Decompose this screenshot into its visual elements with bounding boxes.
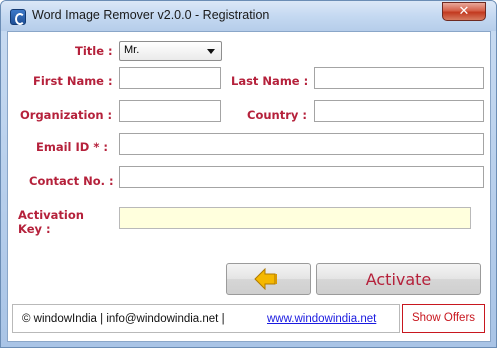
activate-button-label: Activate bbox=[365, 270, 432, 289]
organization-label: Organization : bbox=[20, 108, 113, 122]
last-name-label: Last Name : bbox=[231, 74, 309, 88]
website-link[interactable]: www.windowindia.net bbox=[267, 313, 376, 325]
title-label: Title : bbox=[75, 44, 113, 58]
show-offers-button[interactable]: Show Offers bbox=[402, 304, 485, 333]
organization-field[interactable] bbox=[119, 100, 221, 122]
contact-field[interactable] bbox=[119, 166, 484, 188]
back-button[interactable] bbox=[226, 263, 311, 295]
footer-contact-text: © windowIndia | info@windowindia.net | bbox=[22, 313, 225, 325]
close-button[interactable]: ✕ bbox=[442, 2, 486, 21]
registration-window: Word Image Remover v2.0.0 - Registration… bbox=[0, 0, 497, 348]
window-title: Word Image Remover v2.0.0 - Registration bbox=[32, 8, 270, 22]
arrow-left-icon bbox=[254, 268, 277, 290]
email-label: Email ID * : bbox=[36, 140, 108, 154]
title-bar[interactable]: Word Image Remover v2.0.0 - Registration… bbox=[1, 1, 496, 31]
last-name-field[interactable] bbox=[314, 67, 484, 89]
country-label: Country : bbox=[247, 108, 307, 122]
activate-button[interactable]: Activate bbox=[316, 263, 481, 295]
email-field[interactable] bbox=[119, 133, 484, 155]
registration-form: Title : Mr. First Name : Last Name : Org… bbox=[7, 31, 491, 342]
first-name-label: First Name : bbox=[33, 74, 113, 88]
footer-bar: © windowIndia | info@windowindia.net | w… bbox=[12, 304, 400, 333]
country-field[interactable] bbox=[314, 100, 484, 122]
activation-label-line1: Activation bbox=[18, 208, 84, 222]
title-select[interactable]: Mr. bbox=[119, 41, 222, 61]
chevron-down-icon bbox=[207, 49, 215, 54]
activation-key-field[interactable] bbox=[119, 207, 471, 229]
title-select-value: Mr. bbox=[124, 44, 140, 56]
first-name-field[interactable] bbox=[119, 67, 221, 89]
app-icon bbox=[10, 9, 26, 25]
activation-label-line2: Key : bbox=[18, 222, 51, 236]
contact-label: Contact No. : bbox=[29, 174, 114, 188]
